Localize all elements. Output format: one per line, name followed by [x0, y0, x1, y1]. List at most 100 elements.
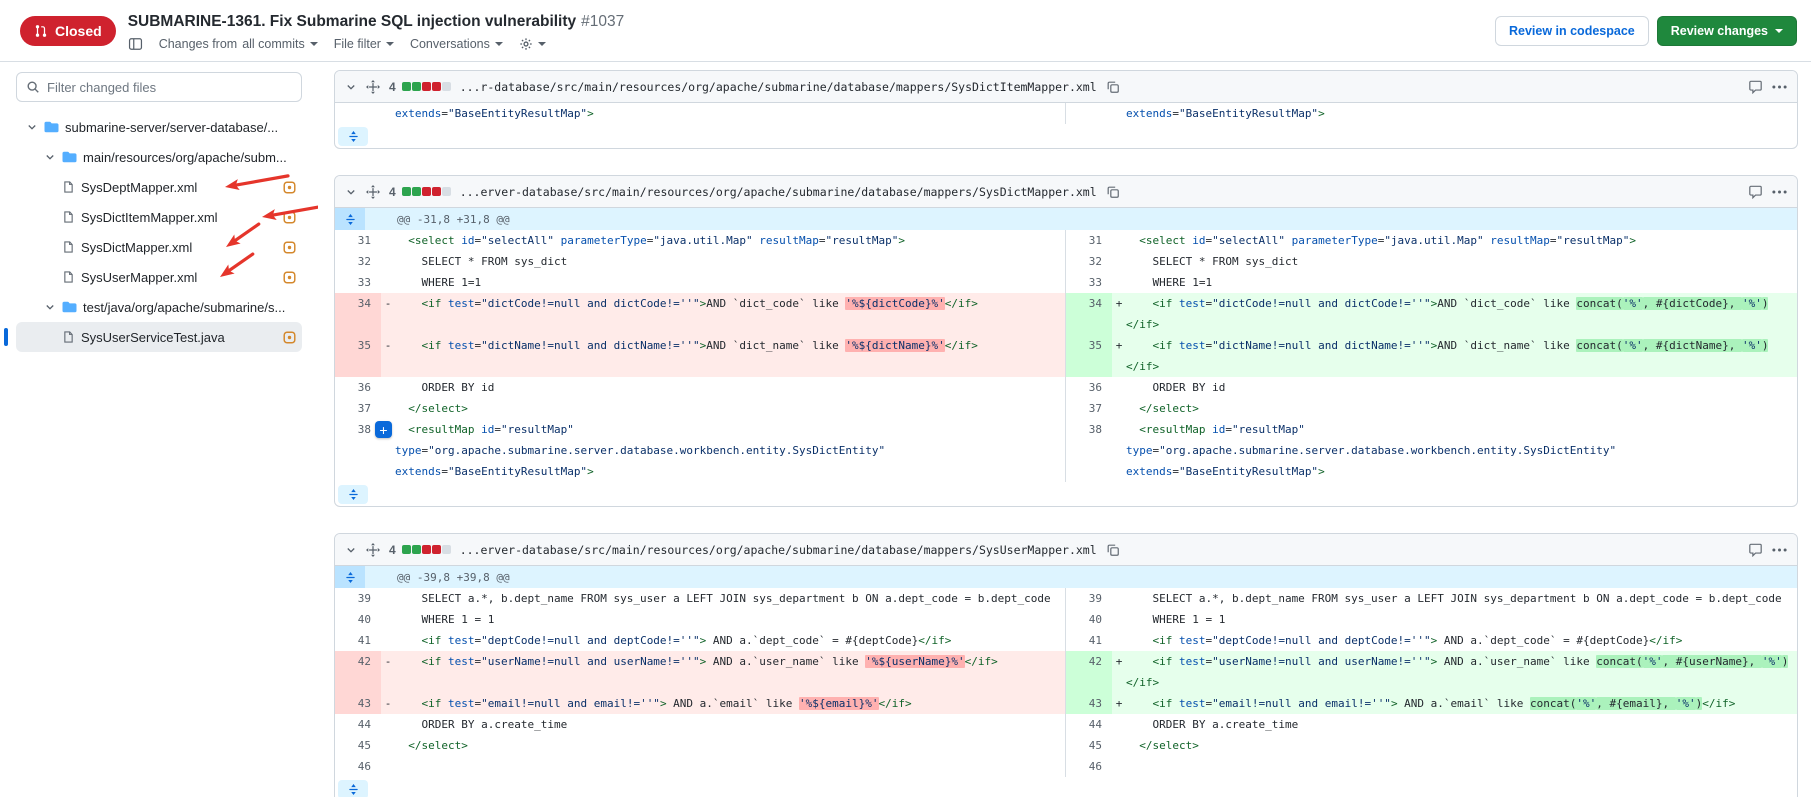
file-tree: submarine-server/server-database/...main… [16, 112, 302, 352]
line-number[interactable]: 38 [1066, 419, 1112, 482]
tree-file-item[interactable]: SysDeptMapper.xml [16, 172, 302, 202]
review-changes-button[interactable]: Review changes [1657, 16, 1797, 46]
diff-row: 41 <if test="deptCode!=null and deptCode… [335, 630, 1797, 651]
diff-cell: 46 [335, 756, 1066, 777]
line-number[interactable]: 43 [1066, 693, 1112, 714]
line-number[interactable]: 41 [335, 630, 381, 651]
line-number[interactable]: 39 [335, 588, 381, 609]
comment-icon[interactable] [1748, 185, 1763, 199]
search-icon [26, 80, 40, 94]
kebab-menu-icon[interactable] [1772, 85, 1787, 89]
line-number[interactable]: 45 [335, 735, 381, 756]
review-in-codespace-button[interactable]: Review in codespace [1495, 16, 1649, 46]
line-number[interactable]: 40 [335, 609, 381, 630]
line-number[interactable] [335, 103, 381, 124]
line-number[interactable]: 44 [335, 714, 381, 735]
line-number[interactable]: 34 [1066, 293, 1112, 335]
line-number[interactable]: 42 [1066, 651, 1112, 693]
collapse-chevron-icon[interactable] [345, 186, 357, 198]
changes-from-label: Changes from [159, 37, 238, 51]
drag-handle-icon[interactable] [366, 185, 380, 199]
code-line: </select> [1126, 398, 1797, 419]
line-number[interactable]: 37 [1066, 398, 1112, 419]
modified-status-icon[interactable] [283, 331, 296, 344]
unfold-button[interactable] [335, 566, 365, 588]
expand-diff-button[interactable] [338, 127, 368, 146]
modified-status-icon[interactable] [283, 181, 296, 194]
diff-marker: + [1112, 293, 1126, 335]
diff-marker [381, 272, 395, 293]
line-number[interactable]: 34 [335, 293, 381, 335]
comment-icon[interactable] [1748, 80, 1763, 94]
line-number[interactable]: 37 [335, 398, 381, 419]
conversations-dropdown[interactable]: Conversations [410, 37, 503, 51]
sidebar-toggle-icon[interactable] [128, 37, 143, 51]
line-number[interactable] [1066, 103, 1112, 124]
line-number[interactable]: 36 [335, 377, 381, 398]
pr-number: #1037 [581, 13, 624, 30]
line-number[interactable]: 44 [1066, 714, 1112, 735]
diff-cell: 36 ORDER BY id [1066, 377, 1797, 398]
collapse-chevron-icon[interactable] [345, 81, 357, 93]
add-comment-button[interactable]: + [375, 421, 392, 438]
line-number[interactable]: 31 [335, 230, 381, 251]
changes-from-dropdown[interactable]: Changes from all commits [159, 37, 318, 51]
modified-status-icon[interactable] [283, 241, 296, 254]
diff-cell: 39 SELECT a.*, b.dept_name FROM sys_user… [335, 588, 1066, 609]
diff-file-section: 4...erver-database/src/main/resources/or… [334, 175, 1798, 507]
line-number[interactable]: 45 [1066, 735, 1112, 756]
diff-settings-dropdown[interactable] [519, 37, 546, 51]
diff-cell: 35+ <if test="dictName!=null and dictNam… [1066, 335, 1797, 377]
kebab-menu-icon[interactable] [1772, 548, 1787, 552]
tree-file-item[interactable]: SysDictMapper.xml [16, 232, 302, 262]
diff-cell: 40 WHERE 1 = 1 [1066, 609, 1797, 630]
line-number[interactable]: 32 [1066, 251, 1112, 272]
collapse-chevron-icon[interactable] [345, 544, 357, 556]
diff-marker [1112, 272, 1126, 293]
copy-path-icon[interactable] [1106, 543, 1120, 557]
line-number[interactable]: 46 [1066, 756, 1112, 777]
diffstat-count: 4 [389, 543, 396, 557]
conversations-label: Conversations [410, 37, 490, 51]
diff-marker [1112, 756, 1126, 777]
diff-marker [381, 588, 395, 609]
expand-diff-button[interactable] [338, 485, 368, 504]
modified-status-icon[interactable] [283, 271, 296, 284]
file-filter-input[interactable] [47, 80, 292, 95]
line-number[interactable]: 35 [1066, 335, 1112, 377]
expand-diff-button[interactable] [338, 780, 368, 797]
file-filter-dropdown[interactable]: File filter [334, 37, 394, 51]
copy-path-icon[interactable] [1106, 80, 1120, 94]
copy-path-icon[interactable] [1106, 185, 1120, 199]
line-number[interactable]: 39 [1066, 588, 1112, 609]
comment-icon[interactable] [1748, 543, 1763, 557]
tree-folder-item[interactable]: submarine-server/server-database/... [16, 112, 302, 142]
modified-status-icon[interactable] [283, 211, 296, 224]
code-line: <if test="email!=null and email!=''"> AN… [1126, 693, 1797, 714]
tree-folder-item[interactable]: test/java/org/apache/submarine/s... [16, 292, 302, 322]
line-number[interactable]: 31 [1066, 230, 1112, 251]
tree-file-item[interactable]: SysUserServiceTest.java [16, 322, 302, 352]
line-number[interactable]: 36 [1066, 377, 1112, 398]
tree-file-item[interactable]: SysUserMapper.xml [16, 262, 302, 292]
line-number[interactable]: 43 [335, 693, 381, 714]
line-number[interactable]: 32 [335, 251, 381, 272]
unfold-button[interactable] [335, 208, 365, 230]
drag-handle-icon[interactable] [366, 543, 380, 557]
line-number[interactable]: 33 [335, 272, 381, 293]
drag-handle-icon[interactable] [366, 80, 380, 94]
line-number[interactable]: 35 [335, 335, 381, 377]
line-number[interactable]: 46 [335, 756, 381, 777]
chevron-down-icon [44, 151, 56, 163]
diff-cell: 38 <resultMap id="resultMap"type="org.ap… [335, 419, 1066, 482]
line-number[interactable]: 40 [1066, 609, 1112, 630]
tree-item-label: SysUserServiceTest.java [81, 330, 225, 345]
diff-row: 34- <if test="dictCode!=null and dictCod… [335, 293, 1797, 335]
tree-file-item[interactable]: SysDictItemMapper.xml [16, 202, 302, 232]
code-line: <select id="selectAll" parameterType="ja… [395, 230, 1065, 251]
tree-folder-item[interactable]: main/resources/org/apache/subm... [16, 142, 302, 172]
line-number[interactable]: 41 [1066, 630, 1112, 651]
kebab-menu-icon[interactable] [1772, 190, 1787, 194]
line-number[interactable]: 42 [335, 651, 381, 693]
line-number[interactable]: 33 [1066, 272, 1112, 293]
